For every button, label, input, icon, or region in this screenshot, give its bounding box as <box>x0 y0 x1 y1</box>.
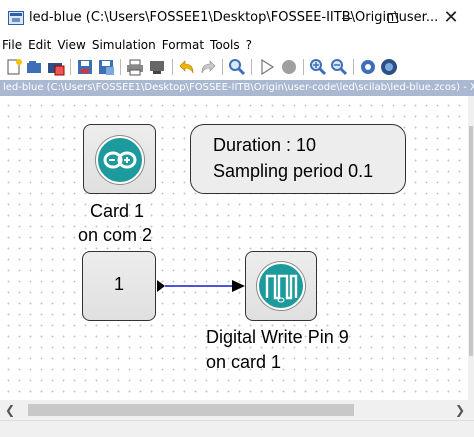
stop-icon[interactable] <box>280 58 298 76</box>
close-button[interactable]: ✕ <box>428 0 474 36</box>
menu-edit[interactable]: Edit <box>28 38 51 52</box>
maximize-button[interactable] <box>370 0 416 36</box>
digital-write-label-line2: on card 1 <box>206 352 282 372</box>
digital-pulse-icon <box>257 262 305 310</box>
toolbar <box>0 54 474 80</box>
close-icon: ✕ <box>443 7 459 28</box>
zoom-out-icon[interactable] <box>330 58 348 76</box>
digital-write-label-line1: Digital Write Pin 9 <box>206 327 349 347</box>
minimize-icon <box>342 17 352 19</box>
menu-help[interactable]: ? <box>246 38 252 52</box>
open-icon[interactable] <box>26 58 44 76</box>
horizontal-scroll-thumb[interactable] <box>28 404 354 416</box>
fit-diagram-icon[interactable] <box>228 58 246 76</box>
scroll-left-arrow-icon[interactable]: ❮ <box>2 402 18 418</box>
scroll-right-arrow-icon[interactable]: ❯ <box>452 402 468 418</box>
vertical-scroll-thumb[interactable] <box>469 126 473 356</box>
print-icon[interactable] <box>126 58 144 76</box>
maximize-icon <box>388 13 398 23</box>
menu-file[interactable]: File <box>2 38 22 52</box>
menu-format[interactable]: Format <box>162 38 204 52</box>
status-bar <box>0 420 474 437</box>
start-icon[interactable] <box>258 58 276 76</box>
menu-simulation[interactable]: Simulation <box>92 38 156 52</box>
title-bar: led-blue (C:\Users\FOSSEE1\Desktop\FOSSE… <box>0 0 474 36</box>
menu-tools[interactable]: Tools <box>210 38 240 52</box>
output-port-icon <box>157 280 165 292</box>
horizontal-scrollbar[interactable]: ❮ ❯ <box>0 400 474 420</box>
xcos-app-icon <box>8 11 24 25</box>
undo-icon[interactable] <box>178 58 196 76</box>
digital-write-block[interactable] <box>245 251 317 321</box>
open-in-scilab-icon[interactable] <box>47 58 65 76</box>
redo-icon[interactable] <box>199 58 217 76</box>
new-diagram-icon[interactable] <box>5 58 23 76</box>
minimize-button[interactable] <box>324 0 370 36</box>
vertical-scrollbar[interactable] <box>468 96 474 400</box>
input-port-icon <box>232 280 245 292</box>
zoom-in-icon[interactable] <box>309 58 327 76</box>
export-icon[interactable] <box>148 58 166 76</box>
help-icon[interactable] <box>380 58 398 76</box>
palette-browser-icon[interactable] <box>359 58 377 76</box>
document-path-bar: led-blue (C:\Users\FOSSEE1\Desktop\FOSSE… <box>0 80 474 96</box>
menu-view[interactable]: View <box>57 38 85 52</box>
diagram-canvas[interactable]: Card 1 on com 2 Duration : 10 Sampling p… <box>0 96 468 400</box>
menu-bar: File Edit View Simulation Format Tools ? <box>0 36 474 54</box>
save-icon[interactable] <box>76 58 94 76</box>
save-as-icon[interactable] <box>97 58 115 76</box>
